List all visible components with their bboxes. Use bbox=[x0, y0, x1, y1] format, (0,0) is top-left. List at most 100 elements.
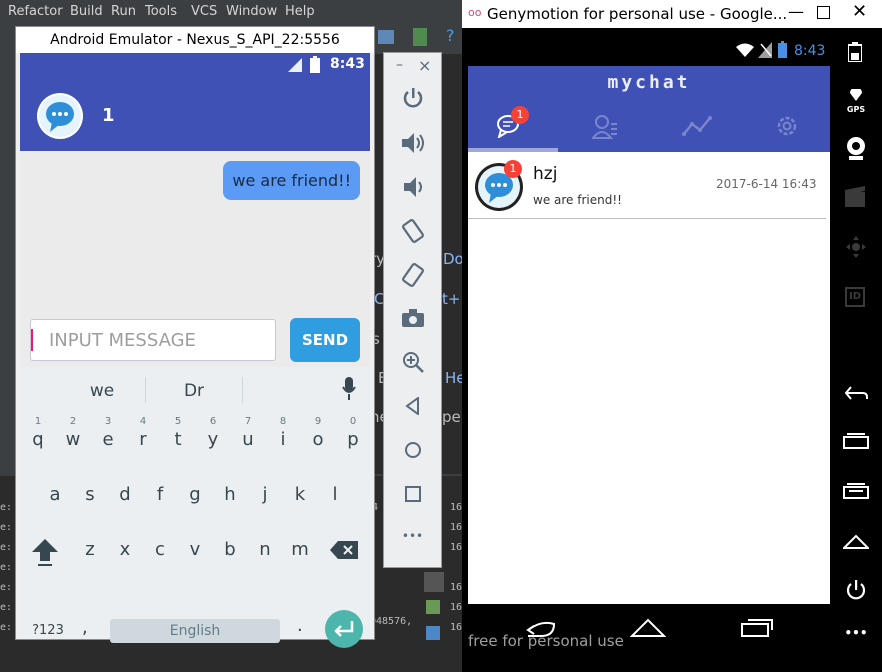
settings-gear-icon[interactable] bbox=[774, 113, 800, 139]
app-name: mychat bbox=[607, 72, 691, 93]
power-icon[interactable] bbox=[845, 579, 867, 601]
contacts-icon[interactable] bbox=[592, 114, 618, 140]
enter-icon[interactable] bbox=[324, 609, 364, 649]
key-d[interactable]: d bbox=[110, 484, 140, 505]
editor-fragment: Do bbox=[443, 250, 464, 268]
key-n[interactable]: n bbox=[250, 539, 280, 560]
recent-apps-icon[interactable] bbox=[740, 618, 774, 638]
power-icon[interactable] bbox=[402, 87, 424, 109]
menu-refactor[interactable]: Refactor bbox=[8, 4, 63, 19]
text-cursor bbox=[31, 329, 33, 351]
backspace-icon[interactable] bbox=[330, 541, 358, 559]
back-icon[interactable] bbox=[843, 384, 869, 402]
key-k[interactable]: k bbox=[285, 484, 315, 505]
dpad-icon[interactable] bbox=[846, 236, 866, 258]
more-icon[interactable]: ••• bbox=[384, 529, 441, 543]
help-icon[interactable]: ? bbox=[446, 26, 455, 45]
tab-messages[interactable]: 1 bbox=[468, 106, 558, 152]
window-maximize-button[interactable] bbox=[817, 6, 830, 19]
battery-widget-icon[interactable] bbox=[848, 42, 862, 62]
genymotion-title-bar: oo Genymotion for personal use - Google.… bbox=[462, 0, 882, 28]
menu-vcs[interactable]: VCS bbox=[191, 4, 217, 19]
menu-tools[interactable]: Tools bbox=[145, 4, 177, 19]
sdk-manager-icon[interactable] bbox=[413, 28, 427, 46]
home-icon[interactable] bbox=[404, 441, 422, 459]
capture-icon[interactable] bbox=[845, 186, 867, 208]
comma-key[interactable]: , bbox=[82, 617, 88, 638]
send-button[interactable]: SEND bbox=[290, 318, 360, 362]
key-t[interactable]: t bbox=[163, 429, 193, 450]
key-q[interactable]: q bbox=[23, 429, 53, 450]
key-c[interactable]: c bbox=[145, 539, 175, 560]
conversation-item[interactable]: 1 hzj 2017-6-14 16:43 we are friend!! bbox=[468, 152, 830, 219]
suggestion[interactable]: we bbox=[80, 381, 124, 401]
menu-build[interactable]: Build bbox=[70, 4, 103, 19]
key-r[interactable]: r bbox=[128, 429, 158, 450]
conversation-list: 1 hzj 2017-6-14 16:43 we are friend!! bbox=[468, 152, 830, 604]
emulator-title: Android Emulator - Nexus_S_API_22:5556 bbox=[16, 27, 374, 53]
back-icon[interactable] bbox=[404, 397, 422, 415]
rotate-right-icon[interactable] bbox=[401, 263, 425, 287]
volume-down-icon[interactable] bbox=[404, 177, 424, 197]
more-icon[interactable]: ••• bbox=[830, 626, 882, 640]
key-p[interactable]: p bbox=[338, 429, 368, 450]
menu-run[interactable]: Run bbox=[111, 4, 136, 19]
window-close-button[interactable]: ✕ bbox=[852, 1, 867, 22]
key-s[interactable]: s bbox=[75, 484, 105, 505]
toolbar-icon[interactable] bbox=[378, 30, 394, 44]
key-w[interactable]: w bbox=[58, 429, 88, 450]
menu-help[interactable]: Help bbox=[285, 4, 315, 19]
key-m[interactable]: m bbox=[285, 539, 315, 560]
key-i[interactable]: i bbox=[268, 429, 298, 450]
gps-icon[interactable]: GPS bbox=[830, 86, 882, 114]
genymotion-sidebar: GPS ID ••• bbox=[830, 28, 882, 672]
key-v[interactable]: v bbox=[180, 539, 210, 560]
genymotion-title: Genymotion for personal use - Google... bbox=[487, 5, 788, 23]
key-j[interactable]: j bbox=[250, 484, 280, 505]
close-button[interactable]: × bbox=[418, 56, 431, 75]
menu-icon[interactable] bbox=[843, 483, 869, 499]
trend-icon[interactable] bbox=[682, 116, 712, 136]
rotate-left-icon[interactable] bbox=[401, 219, 425, 243]
key-a[interactable]: a bbox=[40, 484, 70, 505]
window-minimize-button[interactable]: — bbox=[788, 2, 804, 21]
menu-window[interactable]: Window bbox=[226, 4, 277, 19]
home-icon[interactable] bbox=[630, 618, 666, 638]
key-b[interactable]: b bbox=[215, 539, 245, 560]
microphone-icon[interactable] bbox=[342, 377, 356, 401]
chat-title: 1 bbox=[102, 105, 115, 126]
key-e[interactable]: e bbox=[93, 429, 123, 450]
key-y[interactable]: y bbox=[198, 429, 228, 450]
genymotion-logo-icon: oo bbox=[468, 6, 482, 19]
key-g[interactable]: g bbox=[180, 484, 210, 505]
key-u[interactable]: u bbox=[233, 429, 263, 450]
webcam-icon[interactable] bbox=[845, 136, 867, 162]
key-o[interactable]: o bbox=[303, 429, 333, 450]
symbols-key[interactable]: ?123 bbox=[28, 623, 68, 638]
log-filter-icon[interactable] bbox=[426, 600, 440, 614]
zoom-icon[interactable] bbox=[402, 351, 424, 373]
key-f[interactable]: f bbox=[145, 484, 175, 505]
camera-icon[interactable] bbox=[402, 309, 424, 327]
key-x[interactable]: x bbox=[110, 539, 140, 560]
volume-up-icon[interactable] bbox=[402, 133, 426, 153]
device-id-icon[interactable]: ID bbox=[845, 287, 865, 307]
chat-app-bar: 1 bbox=[20, 77, 370, 151]
key-h[interactable]: h bbox=[215, 484, 245, 505]
recent-apps-icon[interactable] bbox=[843, 433, 869, 449]
battery-icon bbox=[310, 56, 320, 73]
minimize-button[interactable]: – bbox=[396, 57, 403, 73]
signal-icon bbox=[758, 42, 772, 58]
trash-icon[interactable] bbox=[426, 626, 440, 640]
conversation-time: 2017-6-14 16:43 bbox=[716, 177, 817, 191]
shift-icon[interactable] bbox=[32, 539, 58, 567]
period-key[interactable]: . bbox=[297, 615, 303, 636]
space-bar[interactable]: English bbox=[110, 619, 280, 643]
suggestion[interactable]: Dr bbox=[172, 381, 216, 401]
home-icon[interactable] bbox=[843, 533, 869, 549]
key-l[interactable]: l bbox=[320, 484, 350, 505]
log-tool-icon[interactable] bbox=[424, 572, 444, 592]
key-z[interactable]: z bbox=[75, 539, 105, 560]
message-input[interactable]: INPUT MESSAGE bbox=[30, 319, 276, 361]
overview-icon[interactable] bbox=[405, 486, 421, 502]
